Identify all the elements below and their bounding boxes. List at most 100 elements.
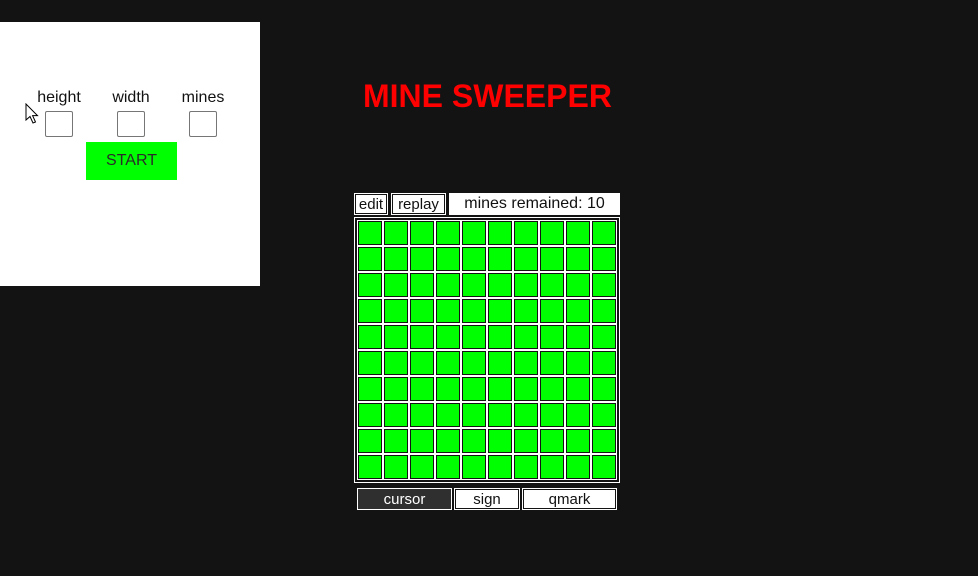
board-cell[interactable] [565, 350, 591, 376]
board-cell[interactable] [487, 220, 513, 246]
board-cell[interactable] [461, 376, 487, 402]
board-cell[interactable] [591, 428, 617, 454]
board-cell[interactable] [565, 454, 591, 480]
board-cell[interactable] [461, 324, 487, 350]
board-cell[interactable] [513, 428, 539, 454]
replay-button[interactable]: replay [391, 193, 446, 215]
board-cell[interactable] [513, 324, 539, 350]
board-cell[interactable] [565, 246, 591, 272]
board-cell[interactable] [539, 376, 565, 402]
board-cell[interactable] [513, 350, 539, 376]
board-cell[interactable] [539, 324, 565, 350]
board-cell[interactable] [565, 376, 591, 402]
board-cell[interactable] [409, 454, 435, 480]
board-cell[interactable] [539, 246, 565, 272]
board-cell[interactable] [539, 350, 565, 376]
board-cell[interactable] [383, 376, 409, 402]
board-cell[interactable] [383, 220, 409, 246]
board-cell[interactable] [487, 454, 513, 480]
board-cell[interactable] [409, 324, 435, 350]
board-cell[interactable] [409, 376, 435, 402]
board-cell[interactable] [487, 298, 513, 324]
board-cell[interactable] [513, 454, 539, 480]
board-cell[interactable] [513, 246, 539, 272]
board-cell[interactable] [409, 428, 435, 454]
board-cell[interactable] [383, 272, 409, 298]
board-cell[interactable] [409, 402, 435, 428]
board-cell[interactable] [409, 298, 435, 324]
board-cell[interactable] [435, 298, 461, 324]
tool-cursor-button[interactable]: cursor [357, 488, 452, 510]
board-cell[interactable] [383, 324, 409, 350]
board-cell[interactable] [435, 376, 461, 402]
tool-sign-button[interactable]: sign [454, 488, 520, 510]
board-cell[interactable] [461, 428, 487, 454]
board-cell[interactable] [357, 428, 383, 454]
board-cell[interactable] [409, 272, 435, 298]
mines-input[interactable] [189, 111, 217, 137]
board-cell[interactable] [461, 220, 487, 246]
board-cell[interactable] [513, 220, 539, 246]
board-cell[interactable] [461, 246, 487, 272]
board-cell[interactable] [487, 402, 513, 428]
board-cell[interactable] [435, 272, 461, 298]
board-cell[interactable] [383, 428, 409, 454]
board-cell[interactable] [513, 272, 539, 298]
board-cell[interactable] [357, 376, 383, 402]
board-cell[interactable] [409, 220, 435, 246]
board-cell[interactable] [357, 454, 383, 480]
board-cell[interactable] [591, 350, 617, 376]
board-cell[interactable] [435, 428, 461, 454]
board-cell[interactable] [591, 324, 617, 350]
board-cell[interactable] [435, 454, 461, 480]
height-input[interactable] [45, 111, 73, 137]
board-cell[interactable] [461, 272, 487, 298]
board-cell[interactable] [357, 350, 383, 376]
board-cell[interactable] [357, 298, 383, 324]
board-cell[interactable] [487, 428, 513, 454]
board-cell[interactable] [565, 298, 591, 324]
board-cell[interactable] [435, 350, 461, 376]
board-cell[interactable] [591, 246, 617, 272]
edit-button[interactable]: edit [354, 193, 388, 215]
board-cell[interactable] [357, 246, 383, 272]
board-cell[interactable] [435, 402, 461, 428]
board-cell[interactable] [461, 454, 487, 480]
board-cell[interactable] [357, 402, 383, 428]
board-cell[interactable] [539, 272, 565, 298]
board-cell[interactable] [565, 402, 591, 428]
board-cell[interactable] [409, 350, 435, 376]
board-cell[interactable] [539, 402, 565, 428]
board-cell[interactable] [565, 428, 591, 454]
board-cell[interactable] [383, 402, 409, 428]
board-cell[interactable] [591, 402, 617, 428]
board-cell[interactable] [513, 402, 539, 428]
board-cell[interactable] [435, 246, 461, 272]
board-cell[interactable] [513, 298, 539, 324]
board-cell[interactable] [539, 220, 565, 246]
board-cell[interactable] [539, 298, 565, 324]
board-cell[interactable] [383, 454, 409, 480]
board-cell[interactable] [461, 350, 487, 376]
board-cell[interactable] [487, 246, 513, 272]
board-cell[interactable] [513, 376, 539, 402]
board-cell[interactable] [357, 324, 383, 350]
board-cell[interactable] [461, 298, 487, 324]
board-cell[interactable] [539, 454, 565, 480]
board-cell[interactable] [383, 298, 409, 324]
tool-qmark-button[interactable]: qmark [522, 488, 617, 510]
board-cell[interactable] [591, 220, 617, 246]
board-cell[interactable] [591, 298, 617, 324]
board-cell[interactable] [565, 272, 591, 298]
board-cell[interactable] [487, 272, 513, 298]
board-cell[interactable] [357, 220, 383, 246]
width-input[interactable] [117, 111, 145, 137]
board-cell[interactable] [383, 350, 409, 376]
board-cell[interactable] [435, 324, 461, 350]
board-cell[interactable] [357, 272, 383, 298]
board-cell[interactable] [565, 324, 591, 350]
board-cell[interactable] [565, 220, 591, 246]
board-cell[interactable] [435, 220, 461, 246]
board-cell[interactable] [409, 246, 435, 272]
board-cell[interactable] [487, 324, 513, 350]
